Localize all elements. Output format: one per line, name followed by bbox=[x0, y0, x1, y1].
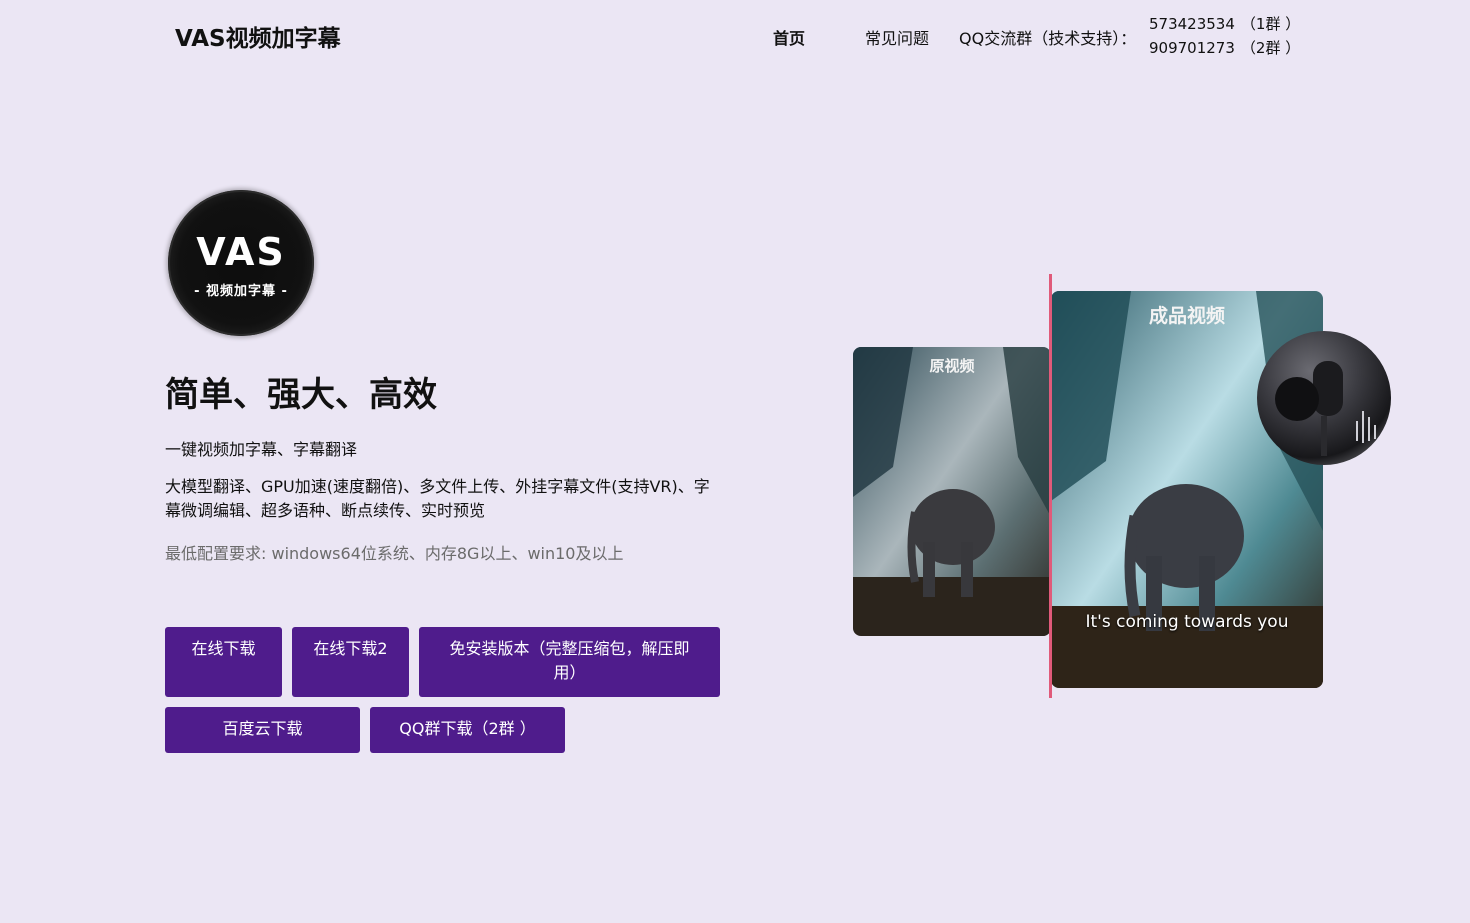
microphone-icon bbox=[1275, 361, 1376, 456]
download-online2-button[interactable]: 在线下载2 bbox=[292, 627, 409, 697]
qq-group-1: 573423534 （1群 ） bbox=[1149, 12, 1300, 36]
nav-home-link[interactable]: 首页 bbox=[773, 25, 805, 49]
download-online-button[interactable]: 在线下载 bbox=[165, 627, 282, 697]
hero-tagline: 一键视频加字幕、字幕翻译 bbox=[165, 440, 358, 459]
baidu-download-button[interactable]: 百度云下载 bbox=[165, 707, 360, 753]
brand-title[interactable]: VAS视频加字幕 bbox=[175, 19, 341, 53]
hero-features: 大模型翻译、GPU加速(速度翻倍)、多文件上传、外挂字幕文件(支持VR)、字幕微… bbox=[165, 477, 710, 520]
qq-group-2-label: （2群 ） bbox=[1240, 39, 1301, 57]
qq-group-1-number: 573423534 bbox=[1149, 15, 1235, 33]
subtitle-caption: It's coming towards you bbox=[1085, 612, 1289, 632]
logo-title: VAS bbox=[196, 230, 286, 274]
microphone-image bbox=[1257, 331, 1391, 465]
final-video-label: 成品视频 bbox=[1148, 305, 1225, 327]
qq-group-2: 909701273 （2群 ） bbox=[1149, 36, 1300, 60]
nav-qq-label: QQ交流群（技术支持）： bbox=[959, 29, 1137, 48]
original-video-card: 原视频 bbox=[853, 347, 1051, 636]
hero-requirements: 最低配置要求: windows64位系统、内存8G以上、win10及以上 bbox=[165, 544, 624, 563]
qq-download-button[interactable]: QQ群下载（2群 ） bbox=[370, 707, 565, 753]
qq-group-list: 573423534 （1群 ） 909701273 （2群 ） bbox=[1149, 12, 1300, 60]
portable-version-button[interactable]: 免安装版本（完整压缩包，解压即用） bbox=[419, 627, 720, 697]
original-video-label: 原视频 bbox=[929, 357, 975, 375]
qq-group-1-label: （1群 ） bbox=[1240, 15, 1301, 33]
comparison-divider bbox=[1049, 274, 1052, 698]
hero-headline: 简单、强大、高效 bbox=[165, 375, 437, 415]
logo-subtitle: - 视频加字幕 - bbox=[194, 284, 288, 299]
qq-group-2-number: 909701273 bbox=[1149, 39, 1235, 57]
nav-faq-link[interactable]: 常见问题 bbox=[865, 25, 929, 49]
original-video-image bbox=[853, 347, 1051, 636]
vas-logo: VAS - 视频加字幕 - bbox=[168, 190, 314, 336]
